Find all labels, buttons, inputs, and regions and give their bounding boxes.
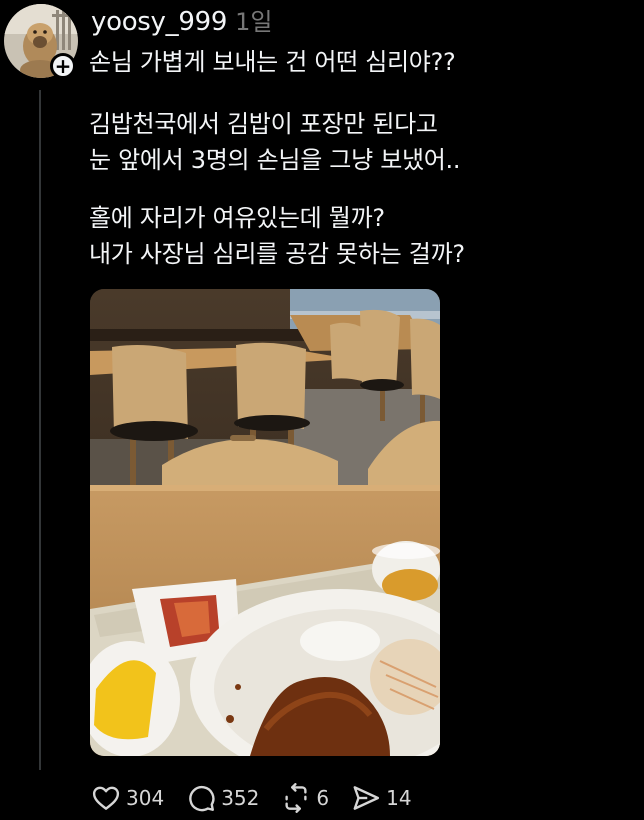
text-line: 김밥천국에서 김밥이 포장만 된다고 [89, 110, 438, 138]
post-header: yoosy_999 1일 [91, 2, 273, 37]
thread-post: + yoosy_999 1일 손님 가볍게 보내는 건 어떤 심리야?? 김밥천… [0, 0, 644, 820]
heart-icon [92, 786, 120, 810]
action-bar: 304 352 6 14 [91, 782, 434, 814]
post-time: 1일 [235, 8, 273, 36]
repost-button[interactable]: 6 [281, 783, 329, 813]
share-count: 14 [386, 786, 412, 810]
text-line: 눈 앞에서 3명의 손님을 그냥 보냈어.. [89, 146, 461, 174]
text-line: 홀에 자리가 여유있는데 뭘까? [89, 204, 385, 232]
follow-plus-icon[interactable]: + [50, 53, 76, 79]
share-button[interactable]: 14 [351, 783, 412, 813]
post-paragraph-1: 김밥천국에서 김밥이 포장만 된다고 눈 앞에서 3명의 손님을 그냥 보냈어.… [89, 106, 461, 178]
like-count: 304 [126, 786, 165, 810]
post-paragraph-2: 홀에 자리가 여유있는데 뭘까? 내가 사장님 심리를 공감 못하는 걸까? [89, 200, 465, 272]
send-icon [353, 786, 380, 810]
comment-count: 352 [221, 786, 260, 810]
thread-line [39, 90, 41, 770]
repost-count: 6 [316, 786, 330, 810]
post-title: 손님 가볍게 보내는 건 어떤 심리야?? [89, 44, 456, 80]
post-photo[interactable] [90, 289, 440, 756]
comment-button[interactable]: 352 [186, 783, 259, 813]
repost-icon [285, 783, 307, 813]
text-line: 내가 사장님 심리를 공감 못하는 걸까? [89, 240, 465, 268]
title-line: 손님 가볍게 보내는 건 어떤 심리야?? [89, 48, 456, 76]
like-button[interactable]: 304 [91, 783, 164, 813]
comment-bubble-icon [189, 785, 215, 812]
username[interactable]: yoosy_999 [91, 7, 227, 37]
